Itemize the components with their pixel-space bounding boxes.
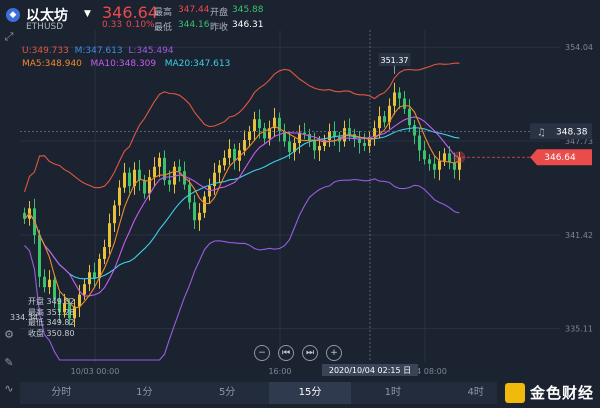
boll-upper-label: U:349.733 xyxy=(22,46,69,56)
boll-lower-label: L:345.494 xyxy=(128,46,174,56)
ma10-label: MA10:348.309 xyxy=(90,59,157,69)
timeframe-tab[interactable]: 1分 xyxy=(103,382,186,404)
ma20-label: MA20:347.613 xyxy=(164,59,231,69)
logo-icon xyxy=(505,382,525,403)
candle-body xyxy=(38,235,41,277)
candle-body xyxy=(108,223,111,248)
candle-body xyxy=(413,125,416,136)
indicator-icon[interactable]: ∿ xyxy=(2,382,16,396)
candle-body xyxy=(408,108,411,126)
candle-body xyxy=(193,202,196,221)
candle-body xyxy=(383,116,386,123)
candle-body xyxy=(138,169,141,181)
ma20-line xyxy=(24,127,460,280)
candle-body xyxy=(93,272,96,279)
ohlc-tooltip: 开盘 349.82 最高 351.28 最低 349.82 收盘 350.80 xyxy=(28,297,75,339)
candle-body xyxy=(398,92,401,99)
candle-body xyxy=(288,141,291,152)
candle-body xyxy=(448,153,451,163)
candle-body xyxy=(48,279,51,288)
price-chart[interactable]: 354.04347.73341.42335.11 10/03 00:00 16:0… xyxy=(0,0,600,380)
candle-body xyxy=(218,165,221,173)
candle-body xyxy=(403,98,406,109)
candle-body xyxy=(113,205,116,224)
candle-body xyxy=(313,140,316,151)
candle-body xyxy=(118,187,121,206)
candle-body xyxy=(328,131,331,140)
ma-legend: MA5:348.940 MA10:348.309 MA20:347.613 xyxy=(22,59,230,69)
candle-body xyxy=(363,142,366,146)
candle-body xyxy=(228,148,231,158)
ohlc-close-label: 收盘 xyxy=(28,328,44,338)
candle-body xyxy=(103,247,106,259)
timeframe-tab[interactable]: 5分 xyxy=(186,382,269,404)
y-tick-label: 354.04 xyxy=(565,43,593,52)
boll-legend: U:349.733 M:347.613 L:345.494 xyxy=(22,46,174,56)
timeframe-tab[interactable]: 分时 xyxy=(20,382,103,404)
ma5-label: MA5:348.940 xyxy=(22,59,82,69)
ohlc-open-label: 开盘 xyxy=(28,297,44,306)
candle-body xyxy=(423,150,426,160)
candle-body xyxy=(263,128,266,139)
candle-body xyxy=(433,163,436,170)
candle-body xyxy=(148,177,151,194)
candle-body xyxy=(78,294,81,307)
watermark-logo: 金色财经 xyxy=(497,378,600,407)
scroll-start-button[interactable]: ⏮ xyxy=(278,345,294,361)
crosshair-time-label: 2020/10/04 02:15 日 xyxy=(329,366,411,375)
logo-text: 金色财经 xyxy=(530,384,595,402)
timeframe-tab[interactable]: 15分 xyxy=(268,382,352,404)
ohlc-low-label: 最低 xyxy=(28,318,44,327)
zoom-controls: − ⏮ ⏭ + xyxy=(254,345,344,361)
candle-body xyxy=(143,180,146,194)
candle-body xyxy=(168,180,171,185)
candle-body xyxy=(123,172,126,188)
ohlc-high-value: 351.28 xyxy=(46,307,75,317)
current-price-dot xyxy=(453,151,466,164)
current-price-label: 346.64 xyxy=(544,153,576,163)
candle-body xyxy=(158,157,161,167)
scroll-end-button[interactable]: ⏭ xyxy=(302,345,318,361)
candle-body xyxy=(428,159,431,164)
peak-label: 351.37 xyxy=(381,56,409,65)
candle-body xyxy=(223,157,226,166)
candle-body xyxy=(128,172,131,187)
candle-body xyxy=(208,186,211,197)
zoom-in-button[interactable]: + xyxy=(326,345,342,361)
candle-body xyxy=(298,132,301,143)
candle-body xyxy=(258,119,261,129)
candle-body xyxy=(233,148,236,161)
candle-body xyxy=(418,135,421,151)
ohlc-high-label: 最高 xyxy=(28,307,44,317)
crosshair-price-label: 348.38 xyxy=(556,127,588,137)
ohlc-close-value: 350.80 xyxy=(46,328,75,338)
candle-body xyxy=(378,116,381,129)
ohlc-open-value: 349.82 xyxy=(46,297,75,306)
candle-body xyxy=(83,284,86,295)
candle-body xyxy=(308,134,311,140)
timeframe-tab[interactable]: 1时 xyxy=(351,382,434,404)
boll-mid-label: M:347.613 xyxy=(74,46,123,56)
ohlc-low-value: 349.82 xyxy=(46,318,75,327)
candle-body xyxy=(178,166,181,172)
x-tick-label: 10/03 00:00 xyxy=(71,367,120,376)
candle-body xyxy=(248,131,251,140)
candle-body xyxy=(318,145,321,151)
candle-body xyxy=(198,212,201,221)
candle-body xyxy=(43,276,46,288)
bell-icon: ♫ xyxy=(537,127,546,138)
candle-body xyxy=(393,92,396,106)
candle-body xyxy=(243,140,246,151)
y-tick-label: 335.11 xyxy=(565,325,593,334)
candle-body xyxy=(443,153,446,161)
candle-body xyxy=(203,196,206,213)
y-tick-label: 341.42 xyxy=(565,231,593,240)
x-tick-label: 16:00 xyxy=(268,367,291,376)
candle-body xyxy=(438,160,441,170)
candle-body xyxy=(153,166,156,178)
candle-body xyxy=(253,119,256,132)
zoom-out-button[interactable]: − xyxy=(254,345,270,361)
